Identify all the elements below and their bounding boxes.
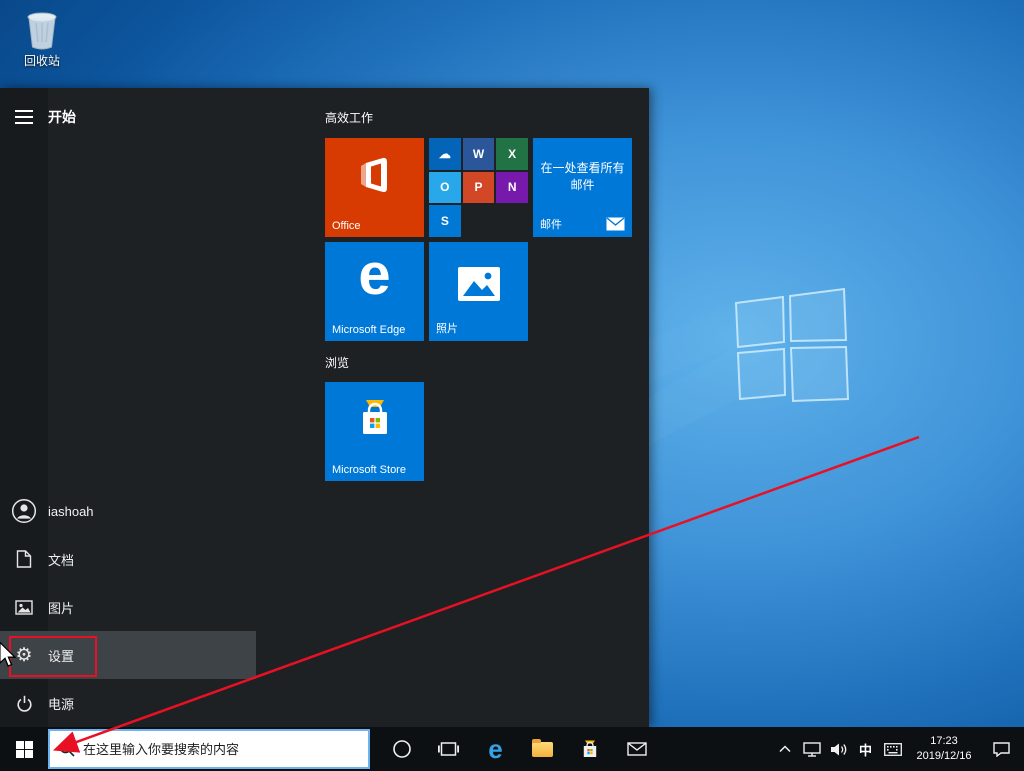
edge-icon: e <box>488 736 502 762</box>
cortana-button[interactable] <box>378 727 425 771</box>
powerpoint-icon: P <box>474 180 482 194</box>
network-icon <box>803 742 821 757</box>
tile-photos[interactable]: 照片 <box>429 242 528 341</box>
chevron-up-icon <box>779 745 791 753</box>
tile-onenote[interactable]: N <box>496 172 528 204</box>
store-bag-icon <box>325 398 424 440</box>
tile-excel[interactable]: X <box>496 138 528 170</box>
sidebar-item-label: 文档 <box>48 550 74 569</box>
hamburger-button[interactable] <box>0 110 48 124</box>
start-menu: 开始 iashoah <box>0 88 649 727</box>
photos-icon <box>429 266 528 302</box>
outlook-icon: O <box>440 180 449 194</box>
file-explorer-icon <box>532 742 553 757</box>
sidebar-item-documents[interactable]: 文档 <box>0 535 256 583</box>
tile-powerpoint[interactable]: P <box>463 172 495 204</box>
start-menu-header: 开始 <box>0 93 76 141</box>
search-input[interactable] <box>83 742 359 757</box>
power-icon <box>0 695 48 712</box>
mail-envelope-icon <box>606 217 625 231</box>
tile-label: Office <box>332 220 361 232</box>
onedrive-cloud-icon: ☁ <box>439 147 451 161</box>
tray-ime-button[interactable]: 中 <box>852 727 879 771</box>
windows-start-icon <box>16 741 33 758</box>
tile-label: 照片 <box>436 320 458 336</box>
tile-label: Microsoft Store <box>332 464 406 476</box>
user-avatar-icon <box>0 498 48 524</box>
excel-icon: X <box>508 147 516 161</box>
tile-label: 邮件 <box>540 216 562 232</box>
tile-office[interactable]: Office <box>325 138 424 237</box>
settings-gear-icon: ⚙ <box>0 646 48 665</box>
store-taskbar-button[interactable] <box>566 727 613 771</box>
store-icon <box>581 740 599 758</box>
volume-icon <box>830 742 848 757</box>
tile-word[interactable]: W <box>463 138 495 170</box>
recycle-bin-icon <box>24 8 60 50</box>
sidebar-item-pictures[interactable]: 图片 <box>0 583 256 631</box>
system-tray: 中 17:23 2019/12/16 <box>771 727 1024 771</box>
clock-time: 17:23 <box>906 734 982 749</box>
hamburger-icon <box>15 110 33 124</box>
mail-taskbar-button[interactable] <box>613 727 660 771</box>
tray-keyboard-button[interactable] <box>879 727 906 771</box>
recycle-bin-label: 回收站 <box>14 52 70 69</box>
tile-outlook[interactable]: O <box>429 172 461 204</box>
clock-date: 2019/12/16 <box>906 749 982 764</box>
tile-edge[interactable]: e Microsoft Edge <box>325 242 424 341</box>
taskbar: e <box>0 727 1024 771</box>
pictures-icon <box>0 600 48 615</box>
onenote-icon: N <box>508 180 517 194</box>
sidebar-item-label: 图片 <box>48 598 74 617</box>
skype-icon: S <box>441 214 449 228</box>
start-menu-title: 开始 <box>48 107 76 127</box>
sidebar-item-label: 电源 <box>48 694 74 713</box>
taskbar-search-box[interactable] <box>48 729 370 769</box>
action-center-button[interactable] <box>982 727 1020 771</box>
desktop: 回收站 开始 iashoah <box>0 0 1024 771</box>
task-view-button[interactable] <box>425 727 472 771</box>
tray-volume-button[interactable] <box>825 727 852 771</box>
sidebar-item-power[interactable]: 电源 <box>0 679 256 727</box>
task-view-icon <box>438 741 459 757</box>
start-menu-nav: iashoah 文档 <box>0 487 256 727</box>
action-center-icon <box>993 741 1010 757</box>
tile-onedrive[interactable]: ☁ <box>429 138 461 170</box>
start-button[interactable] <box>0 727 48 771</box>
word-icon: W <box>473 147 484 161</box>
tray-clock[interactable]: 17:23 2019/12/16 <box>906 734 982 764</box>
touch-keyboard-icon <box>884 743 902 756</box>
tile-mail[interactable]: 在一处查看所有邮件 邮件 <box>533 138 632 237</box>
tile-group-office-apps: ☁ W X O P N S <box>429 138 528 237</box>
tile-store[interactable]: Microsoft Store <box>325 382 424 481</box>
tile-label: Microsoft Edge <box>332 324 405 336</box>
file-explorer-button[interactable] <box>519 727 566 771</box>
documents-icon <box>0 550 48 568</box>
mail-icon <box>627 742 647 756</box>
tile-group-title-productivity: 高效工作 <box>325 109 373 126</box>
office-logo-icon <box>325 154 424 196</box>
ime-indicator: 中 <box>859 740 872 759</box>
sidebar-item-settings[interactable]: ⚙ 设置 <box>0 631 256 679</box>
sidebar-item-label: 设置 <box>48 646 74 665</box>
mail-tile-message: 在一处查看所有邮件 <box>539 160 626 194</box>
edge-e-icon: e <box>325 246 424 304</box>
sidebar-item-label: iashoah <box>48 504 94 519</box>
tray-show-hidden-button[interactable] <box>771 727 798 771</box>
search-icon <box>59 741 75 757</box>
tray-network-button[interactable] <box>798 727 825 771</box>
edge-taskbar-button[interactable]: e <box>472 727 519 771</box>
tile-group-title-browse: 浏览 <box>325 354 349 371</box>
recycle-bin[interactable]: 回收站 <box>14 8 70 69</box>
sidebar-item-user[interactable]: iashoah <box>0 487 256 535</box>
tile-skype[interactable]: S <box>429 205 461 237</box>
cortana-icon <box>392 739 412 759</box>
